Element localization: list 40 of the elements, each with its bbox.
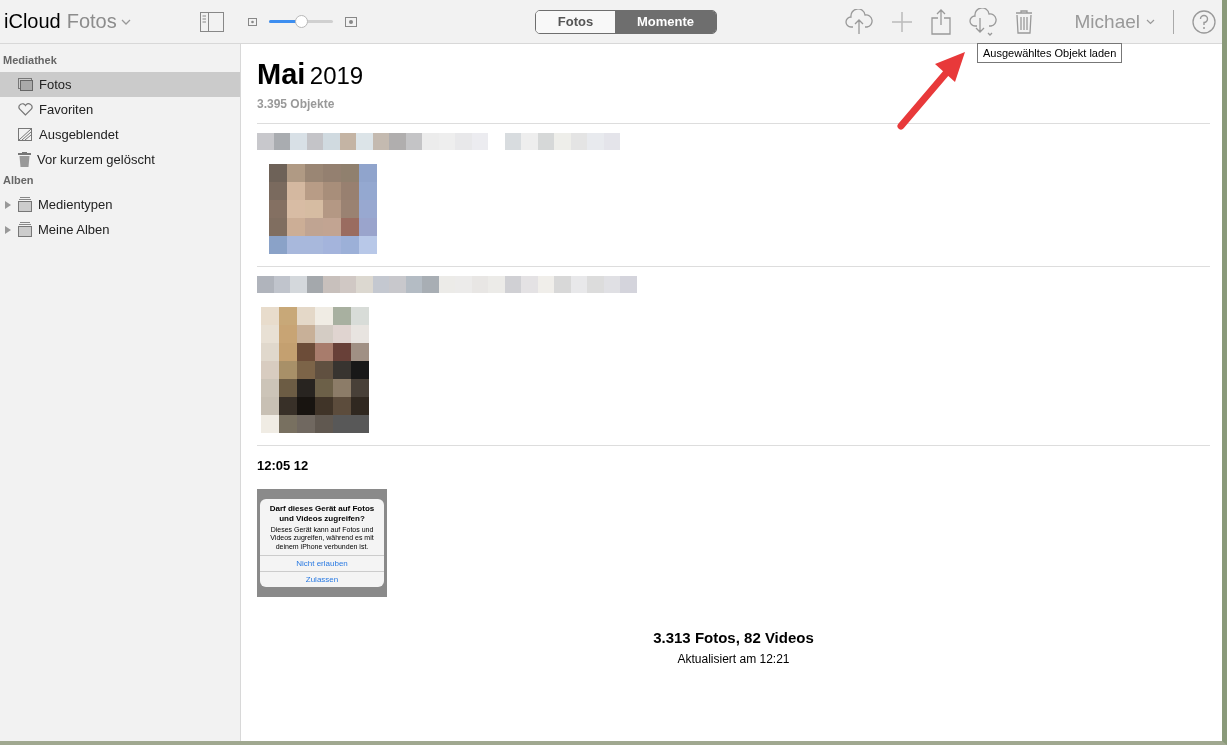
disclosure-triangle-icon[interactable] [5, 200, 11, 209]
cloud-upload-icon[interactable] [844, 8, 873, 35]
dialog-action: Nicht erlauben [260, 555, 384, 572]
photo-placeholder[interactable] [261, 307, 369, 433]
hidden-icon [18, 128, 33, 141]
trash-icon[interactable] [1014, 9, 1033, 34]
sidebar-section-title: Alben [2, 173, 35, 188]
tooltip: Ausgewähltes Objekt laden [977, 43, 1123, 63]
sidebar-item[interactable]: Vor kurzem gelöscht [0, 147, 240, 172]
view-tab[interactable]: Momente [615, 10, 716, 33]
large-photo-icon [345, 16, 357, 27]
sidebar-item[interactable]: Meine Alben [0, 217, 240, 242]
disclosure-triangle-icon[interactable] [5, 225, 11, 234]
updated-time: Aktualisiert am 12:21 [676, 652, 791, 666]
moment-title: 12:05 12 [257, 458, 310, 474]
chevron-down-icon [1146, 18, 1155, 25]
dialog-heading: Darf dieses Gerät auf Fotos und Videos zugreifen? [268, 502, 376, 525]
month-heading: Mai 2019 [257, 58, 365, 91]
help-icon[interactable] [1192, 9, 1216, 34]
share-icon[interactable] [930, 8, 951, 35]
dialog-action: Zulassen [260, 571, 384, 588]
sidebar-item[interactable]: Fotos [0, 72, 240, 97]
album-icon [18, 222, 32, 237]
sidebar-item[interactable]: Ausgeblendet [0, 122, 240, 147]
album-icon [18, 197, 32, 212]
sidebar-item[interactable]: Favoriten [0, 97, 240, 122]
view-tab[interactable]: Fotos [536, 10, 615, 33]
sidebar-toggle-icon[interactable] [200, 11, 224, 32]
photos-icon [18, 78, 33, 91]
chevron-down-icon [120, 18, 131, 25]
sidebar-section-title: Mediathek [2, 53, 58, 68]
app-brand: iCloud [4, 10, 61, 33]
trash-icon [18, 152, 31, 167]
heart-icon [18, 103, 33, 116]
sidebar-item[interactable]: Medientypen [0, 192, 240, 217]
item-count: 3.395 Objekte [257, 97, 336, 111]
library-summary: 3.313 Fotos, 82 Videos [652, 629, 815, 646]
add-icon[interactable] [890, 10, 913, 33]
small-photo-icon [248, 17, 257, 26]
cloud-download-icon[interactable] [968, 7, 997, 36]
